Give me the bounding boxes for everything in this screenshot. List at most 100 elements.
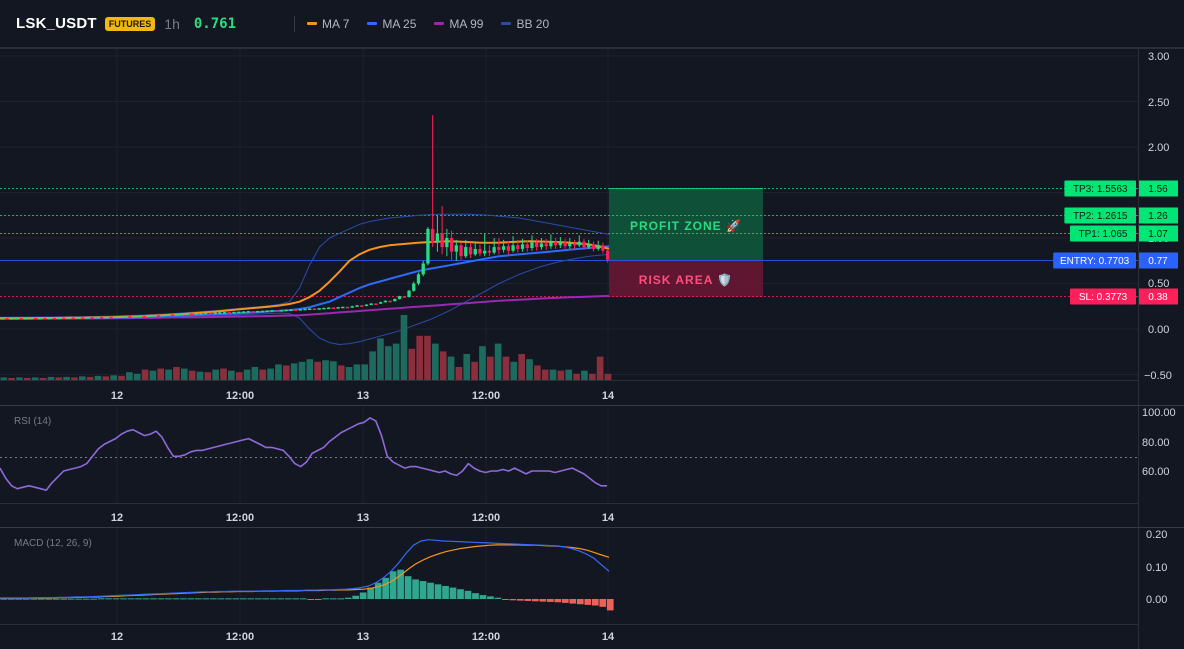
macd-tick-0-2: 0.20	[1146, 529, 1167, 541]
macd-pane-label: MACD (12, 26, 9)	[14, 538, 92, 549]
macd-hist-bar	[120, 598, 127, 600]
candle-body	[350, 306, 354, 308]
time-label: 12:00	[472, 390, 500, 402]
position-tool[interactable]: PROFIT ZONE 🚀 RISK AREA 🛡️	[609, 188, 763, 297]
macd-hist-bar	[472, 593, 479, 599]
macd-hist-bar	[322, 598, 330, 600]
level-axis-value: 0.77	[1148, 256, 1168, 267]
volume-bar	[196, 371, 204, 380]
level-tag-text: TP3: 1.5563	[1073, 184, 1128, 195]
macd-hist-bar	[561, 599, 569, 603]
rsi-tick-80: 80.00	[1142, 437, 1170, 449]
volume-bar	[581, 370, 588, 380]
time-label: 13	[357, 390, 369, 402]
volume-bar	[518, 354, 525, 380]
time-label: 12:00	[226, 512, 254, 524]
volume-bar	[557, 370, 565, 380]
volume-bar	[39, 377, 47, 380]
macd-hist-bar	[284, 598, 292, 600]
volume-bar	[110, 375, 117, 380]
candle-body	[468, 247, 473, 255]
macd-hist-bar	[547, 599, 554, 602]
candle-body	[355, 305, 359, 307]
volume-bar	[149, 370, 157, 380]
profit-zone-label: PROFIT ZONE 🚀	[630, 219, 742, 233]
time-axis-macd[interactable]: 12 12:00 13 12:00 14	[111, 631, 615, 643]
macd-hist-bar	[262, 598, 270, 600]
macd-hist-bar	[442, 585, 449, 599]
volume-bar	[330, 361, 337, 380]
candle-body	[308, 308, 312, 311]
candle-body	[10, 318, 14, 320]
volume-bar	[275, 364, 282, 380]
macd-hist-bar	[374, 582, 382, 599]
macd-chart	[0, 539, 614, 611]
macd-hist-bar	[97, 598, 105, 600]
macd-hist-bar	[225, 598, 232, 600]
macd-hist-bar	[382, 577, 389, 599]
macd-hist-bar	[569, 599, 577, 604]
candle-body	[530, 242, 534, 249]
time-axis-main[interactable]: 12 12:00 13 12:00 14	[111, 390, 615, 402]
volume-bar	[604, 373, 612, 380]
candle-body	[501, 246, 506, 250]
macd-hist-bar	[532, 599, 539, 602]
level-tag-text: TP2: 1.2615	[1073, 211, 1128, 222]
volume-bar	[502, 356, 510, 380]
candle-body	[473, 248, 477, 255]
volume-bar	[165, 369, 172, 380]
volume-bar	[0, 377, 8, 380]
candle-body	[440, 233, 444, 248]
candle-body	[591, 244, 596, 249]
candle-body	[298, 309, 302, 311]
volume-bar	[282, 365, 290, 380]
macd-hist-bar	[112, 598, 120, 600]
candle-body	[341, 306, 345, 309]
volume-bar	[204, 372, 212, 380]
candle-body	[369, 303, 373, 306]
candle-body	[317, 308, 321, 310]
macd-hist-bar	[37, 598, 45, 600]
macd-hist-bar	[60, 598, 67, 600]
candle-body	[487, 250, 492, 253]
candle-body	[596, 245, 600, 249]
macd-hist-bar	[337, 598, 345, 600]
candle-body	[43, 317, 47, 320]
volume-bar	[118, 375, 125, 380]
rsi-line	[0, 417, 607, 492]
volume-bar	[126, 372, 133, 380]
candle-body	[412, 283, 416, 291]
candle-body	[326, 307, 331, 310]
candle-body	[218, 312, 222, 314]
candle-body	[464, 247, 468, 257]
candle-body	[393, 298, 397, 302]
candle-body	[454, 245, 458, 252]
macd-hist-bar	[389, 571, 397, 599]
volume-bar	[596, 356, 604, 380]
candle-body	[14, 318, 19, 320]
candle-body	[516, 245, 520, 249]
candle-body	[161, 314, 165, 317]
candle-body	[57, 317, 61, 320]
candle-body	[279, 310, 284, 312]
candle-body	[563, 242, 567, 247]
candle-body	[572, 243, 577, 246]
chart-canvas[interactable]: PROFIT ZONE 🚀 RISK AREA 🛡️ 3.00 2.50 2.0…	[0, 0, 1184, 649]
candle-body	[265, 310, 269, 313]
candle-body	[118, 316, 123, 319]
volume-bar	[235, 372, 243, 380]
candle-body	[85, 317, 90, 319]
volume-bar	[494, 343, 502, 380]
time-label: 12	[111, 390, 123, 402]
candle-body	[605, 250, 610, 260]
candle-body	[194, 313, 198, 315]
candle-body	[33, 317, 38, 320]
candle-body	[601, 245, 605, 251]
time-axis-rsi[interactable]: 12 12:00 13 12:00 14	[111, 512, 615, 524]
ma25-line	[0, 245, 610, 320]
volume-bar	[63, 376, 70, 380]
candle-body	[483, 250, 487, 254]
macd-hist-bar	[352, 595, 360, 599]
candle-body	[114, 316, 118, 319]
candle-body	[397, 296, 402, 299]
